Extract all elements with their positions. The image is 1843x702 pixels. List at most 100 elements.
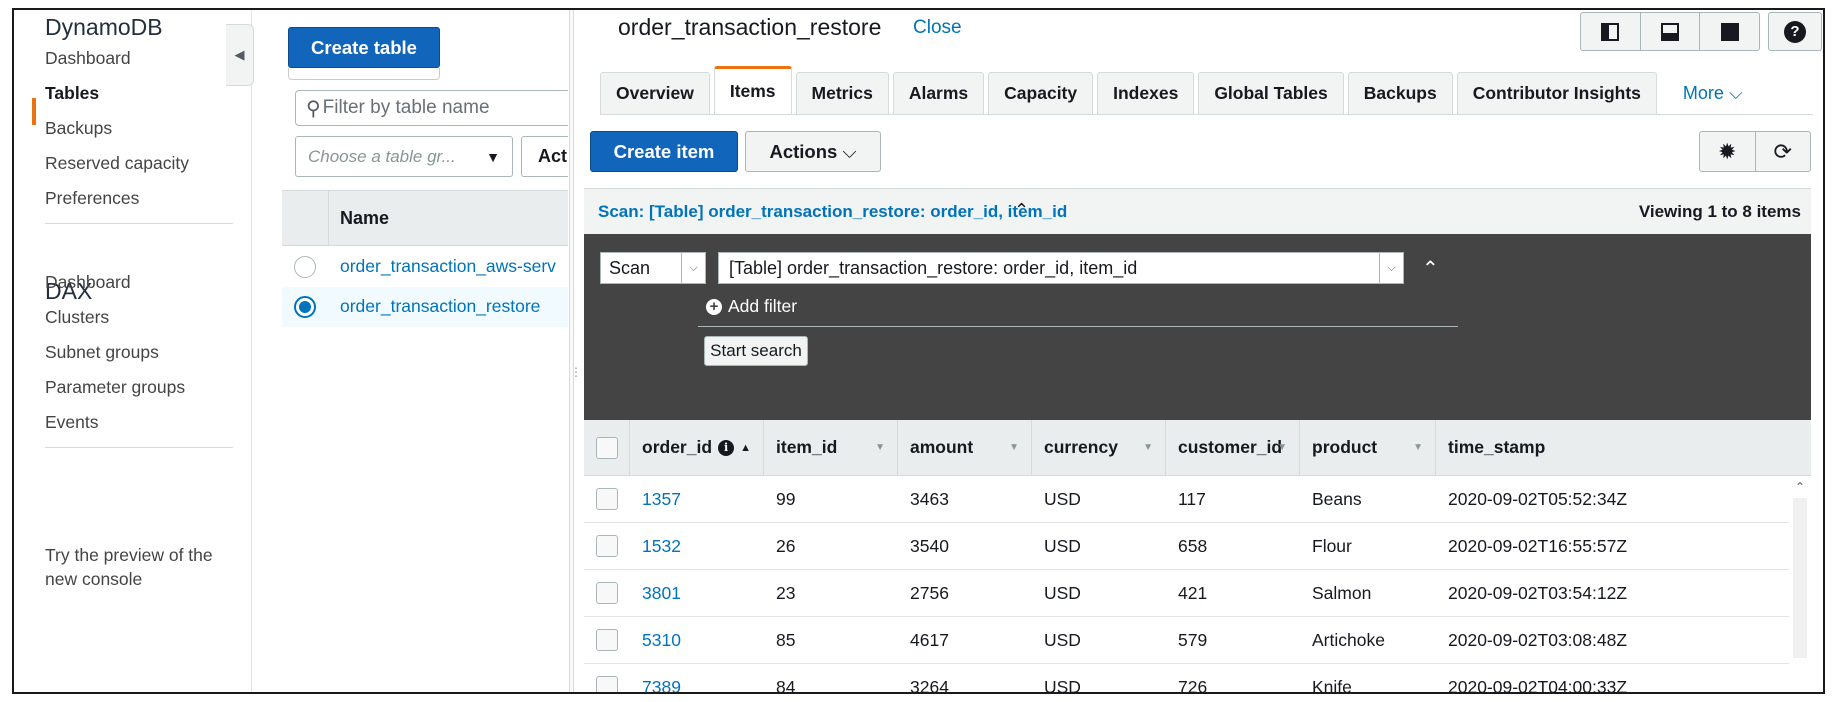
add-filter-button[interactable]: + Add filter xyxy=(706,296,797,317)
column-header[interactable]: item_id ▼ xyxy=(764,420,898,475)
row-checkbox[interactable] xyxy=(595,535,618,557)
nav-backups[interactable]: Backups xyxy=(45,118,112,139)
table-row[interactable]: 3801 23 2756 USD 421 Salmon 2020-09-02T0… xyxy=(584,570,1811,617)
tables-actions-button[interactable]: Act xyxy=(521,136,568,177)
item-actions-button[interactable]: Actions ⌵ xyxy=(745,131,881,172)
layout-split-horizontal-button[interactable] xyxy=(1641,13,1701,50)
table-row[interactable]: 7389 84 3264 USD 726 Knife 2020-09-02T04… xyxy=(584,664,1811,694)
order-id-link[interactable]: 3801 xyxy=(630,570,764,616)
table-row[interactable]: 1532 26 3540 USD 658 Flour 2020-09-02T16… xyxy=(584,523,1811,570)
nav-dax-parameter-groups[interactable]: Parameter groups xyxy=(45,377,185,398)
nav-dax-events[interactable]: Events xyxy=(45,412,99,433)
table-radio[interactable] xyxy=(294,256,316,278)
service-title[interactable]: DynamoDB xyxy=(45,14,163,41)
tab-more[interactable]: More ⌵ xyxy=(1661,72,1758,114)
settings-button[interactable]: ✹ xyxy=(1700,132,1756,171)
table-row[interactable]: 5310 85 4617 USD 579 Artichoke 2020-09-0… xyxy=(584,617,1811,664)
nav-dashboard[interactable]: Dashboard xyxy=(45,48,131,69)
tab-contributor-insights[interactable]: Contributor Insights xyxy=(1456,72,1657,114)
column-header[interactable]: amount ▼ xyxy=(898,420,1032,475)
table-name-link[interactable]: order_transaction_aws-serv xyxy=(340,256,556,277)
panel-splitter[interactable]: ⋮ xyxy=(569,10,582,692)
scroll-thumb[interactable] xyxy=(1793,498,1807,658)
collapse-nav-button[interactable]: ◀ xyxy=(226,24,254,86)
info-icon[interactable]: i xyxy=(718,439,735,456)
tab-metrics[interactable]: Metrics xyxy=(795,72,889,114)
table-group-select[interactable]: Choose a table gr... ▼ xyxy=(295,136,513,177)
tab-stub xyxy=(288,68,440,80)
column-header[interactable]: currency ▼ xyxy=(1032,420,1166,475)
tab-backups[interactable]: Backups xyxy=(1347,72,1453,114)
create-item-button[interactable]: Create item xyxy=(590,131,738,172)
nav-dax-dashboard[interactable]: Dashboard xyxy=(45,272,131,293)
scan-summary-bar[interactable]: Scan: [Table] order_transaction_restore:… xyxy=(584,188,1811,234)
column-header[interactable]: product ▼ xyxy=(1300,420,1436,475)
scan-summary[interactable]: Scan: [Table] order_transaction_restore:… xyxy=(598,202,1067,222)
nav-reserved-capacity[interactable]: Reserved capacity xyxy=(45,153,189,174)
layout-split-vertical-button[interactable] xyxy=(1581,13,1641,50)
table-radio[interactable] xyxy=(294,296,316,318)
row-checkbox[interactable] xyxy=(595,676,618,692)
order-id-link[interactable]: 7389 xyxy=(630,664,764,693)
tab-alarms[interactable]: Alarms xyxy=(892,72,985,114)
chevron-down-icon: ⌵ xyxy=(1379,253,1403,283)
name-column-header[interactable]: Name xyxy=(340,208,389,229)
left-nav: DynamoDB Dashboard Tables Backups Reserv… xyxy=(14,10,252,692)
table-tools: ✹ ⟳ xyxy=(1699,131,1811,172)
scan-type-select[interactable]: Scan ⌵ xyxy=(600,252,706,284)
cell-currency: USD xyxy=(1044,629,1081,650)
order-id-link[interactable]: 5310 xyxy=(630,617,764,663)
tab-indexes[interactable]: Indexes xyxy=(1097,72,1195,114)
start-search-button[interactable]: Start search xyxy=(704,336,808,366)
row-checkbox[interactable] xyxy=(595,488,618,510)
cell-customer-id: 726 xyxy=(1178,676,1208,694)
column-header[interactable]: order_id i ▲ xyxy=(630,420,764,475)
add-filter-label: Add filter xyxy=(728,296,798,316)
nav-dax-subnet-groups[interactable]: Subnet groups xyxy=(45,342,159,363)
nav-preferences[interactable]: Preferences xyxy=(45,188,139,209)
tab-global-tables[interactable]: Global Tables xyxy=(1198,72,1344,114)
cell-product: Beans xyxy=(1312,488,1362,509)
column-header[interactable]: customer_id ▼ xyxy=(1166,420,1300,475)
order-id-link[interactable]: 1532 xyxy=(630,523,764,569)
tab-overview[interactable]: Overview xyxy=(600,72,710,114)
create-table-button[interactable]: Create table xyxy=(288,27,440,68)
cell-customer-id: 658 xyxy=(1178,535,1208,556)
cell-customer-id: 421 xyxy=(1178,582,1208,603)
cell-currency: USD xyxy=(1044,676,1081,694)
row-checkbox[interactable] xyxy=(595,629,618,651)
table-row[interactable]: 1357 99 3463 USD 117 Beans 2020-09-02T05… xyxy=(584,476,1811,523)
cell-amount: 3463 xyxy=(910,488,949,509)
new-console-link[interactable]: Try the preview of the new console xyxy=(45,543,245,591)
nav-dax-clusters[interactable]: Clusters xyxy=(45,307,109,328)
refresh-button[interactable]: ⟳ xyxy=(1756,132,1811,171)
chevron-down-icon: ⌵ xyxy=(1728,82,1743,103)
cell-product: Knife xyxy=(1312,676,1352,694)
gear-icon: ✹ xyxy=(1718,138,1737,164)
table-row[interactable]: order_transaction_aws-serv xyxy=(282,247,568,287)
vertical-scrollbar[interactable]: ⌃ xyxy=(1789,476,1811,692)
cell-amount: 2756 xyxy=(910,582,949,603)
scroll-up-icon[interactable]: ⌃ xyxy=(1789,476,1811,498)
scan-index-select[interactable]: [Table] order_transaction_restore: order… xyxy=(718,252,1404,284)
nav-tables[interactable]: Tables xyxy=(45,83,99,104)
cell-customer-id: 579 xyxy=(1178,629,1208,650)
chevron-down-icon: ⌵ xyxy=(842,140,857,162)
filter-tables-input[interactable]: ⚲ Filter by table name xyxy=(295,90,568,126)
table-row[interactable]: order_transaction_restore xyxy=(282,287,568,327)
collapse-scan-icon[interactable]: ⌃ xyxy=(1422,256,1439,281)
table-name-link[interactable]: order_transaction_restore xyxy=(340,296,540,317)
table-detail: order_transaction_restore Close ? Overvi… xyxy=(580,10,1823,692)
layout-full-button[interactable] xyxy=(1700,13,1759,50)
row-checkbox[interactable] xyxy=(595,582,618,604)
column-header[interactable]: time_stamp xyxy=(1436,420,1626,475)
select-all-checkbox[interactable] xyxy=(595,436,618,459)
order-id-link[interactable]: 1357 xyxy=(630,476,764,522)
group-select-placeholder: Choose a table gr... xyxy=(308,146,456,166)
help-button[interactable]: ? xyxy=(1768,12,1822,51)
tab-items[interactable]: Items xyxy=(713,66,792,114)
sort-icon: ▼ xyxy=(1009,442,1019,453)
close-link[interactable]: Close xyxy=(913,17,962,39)
chevron-up-icon[interactable]: ⌃ xyxy=(1014,200,1029,221)
tab-capacity[interactable]: Capacity xyxy=(988,72,1094,114)
